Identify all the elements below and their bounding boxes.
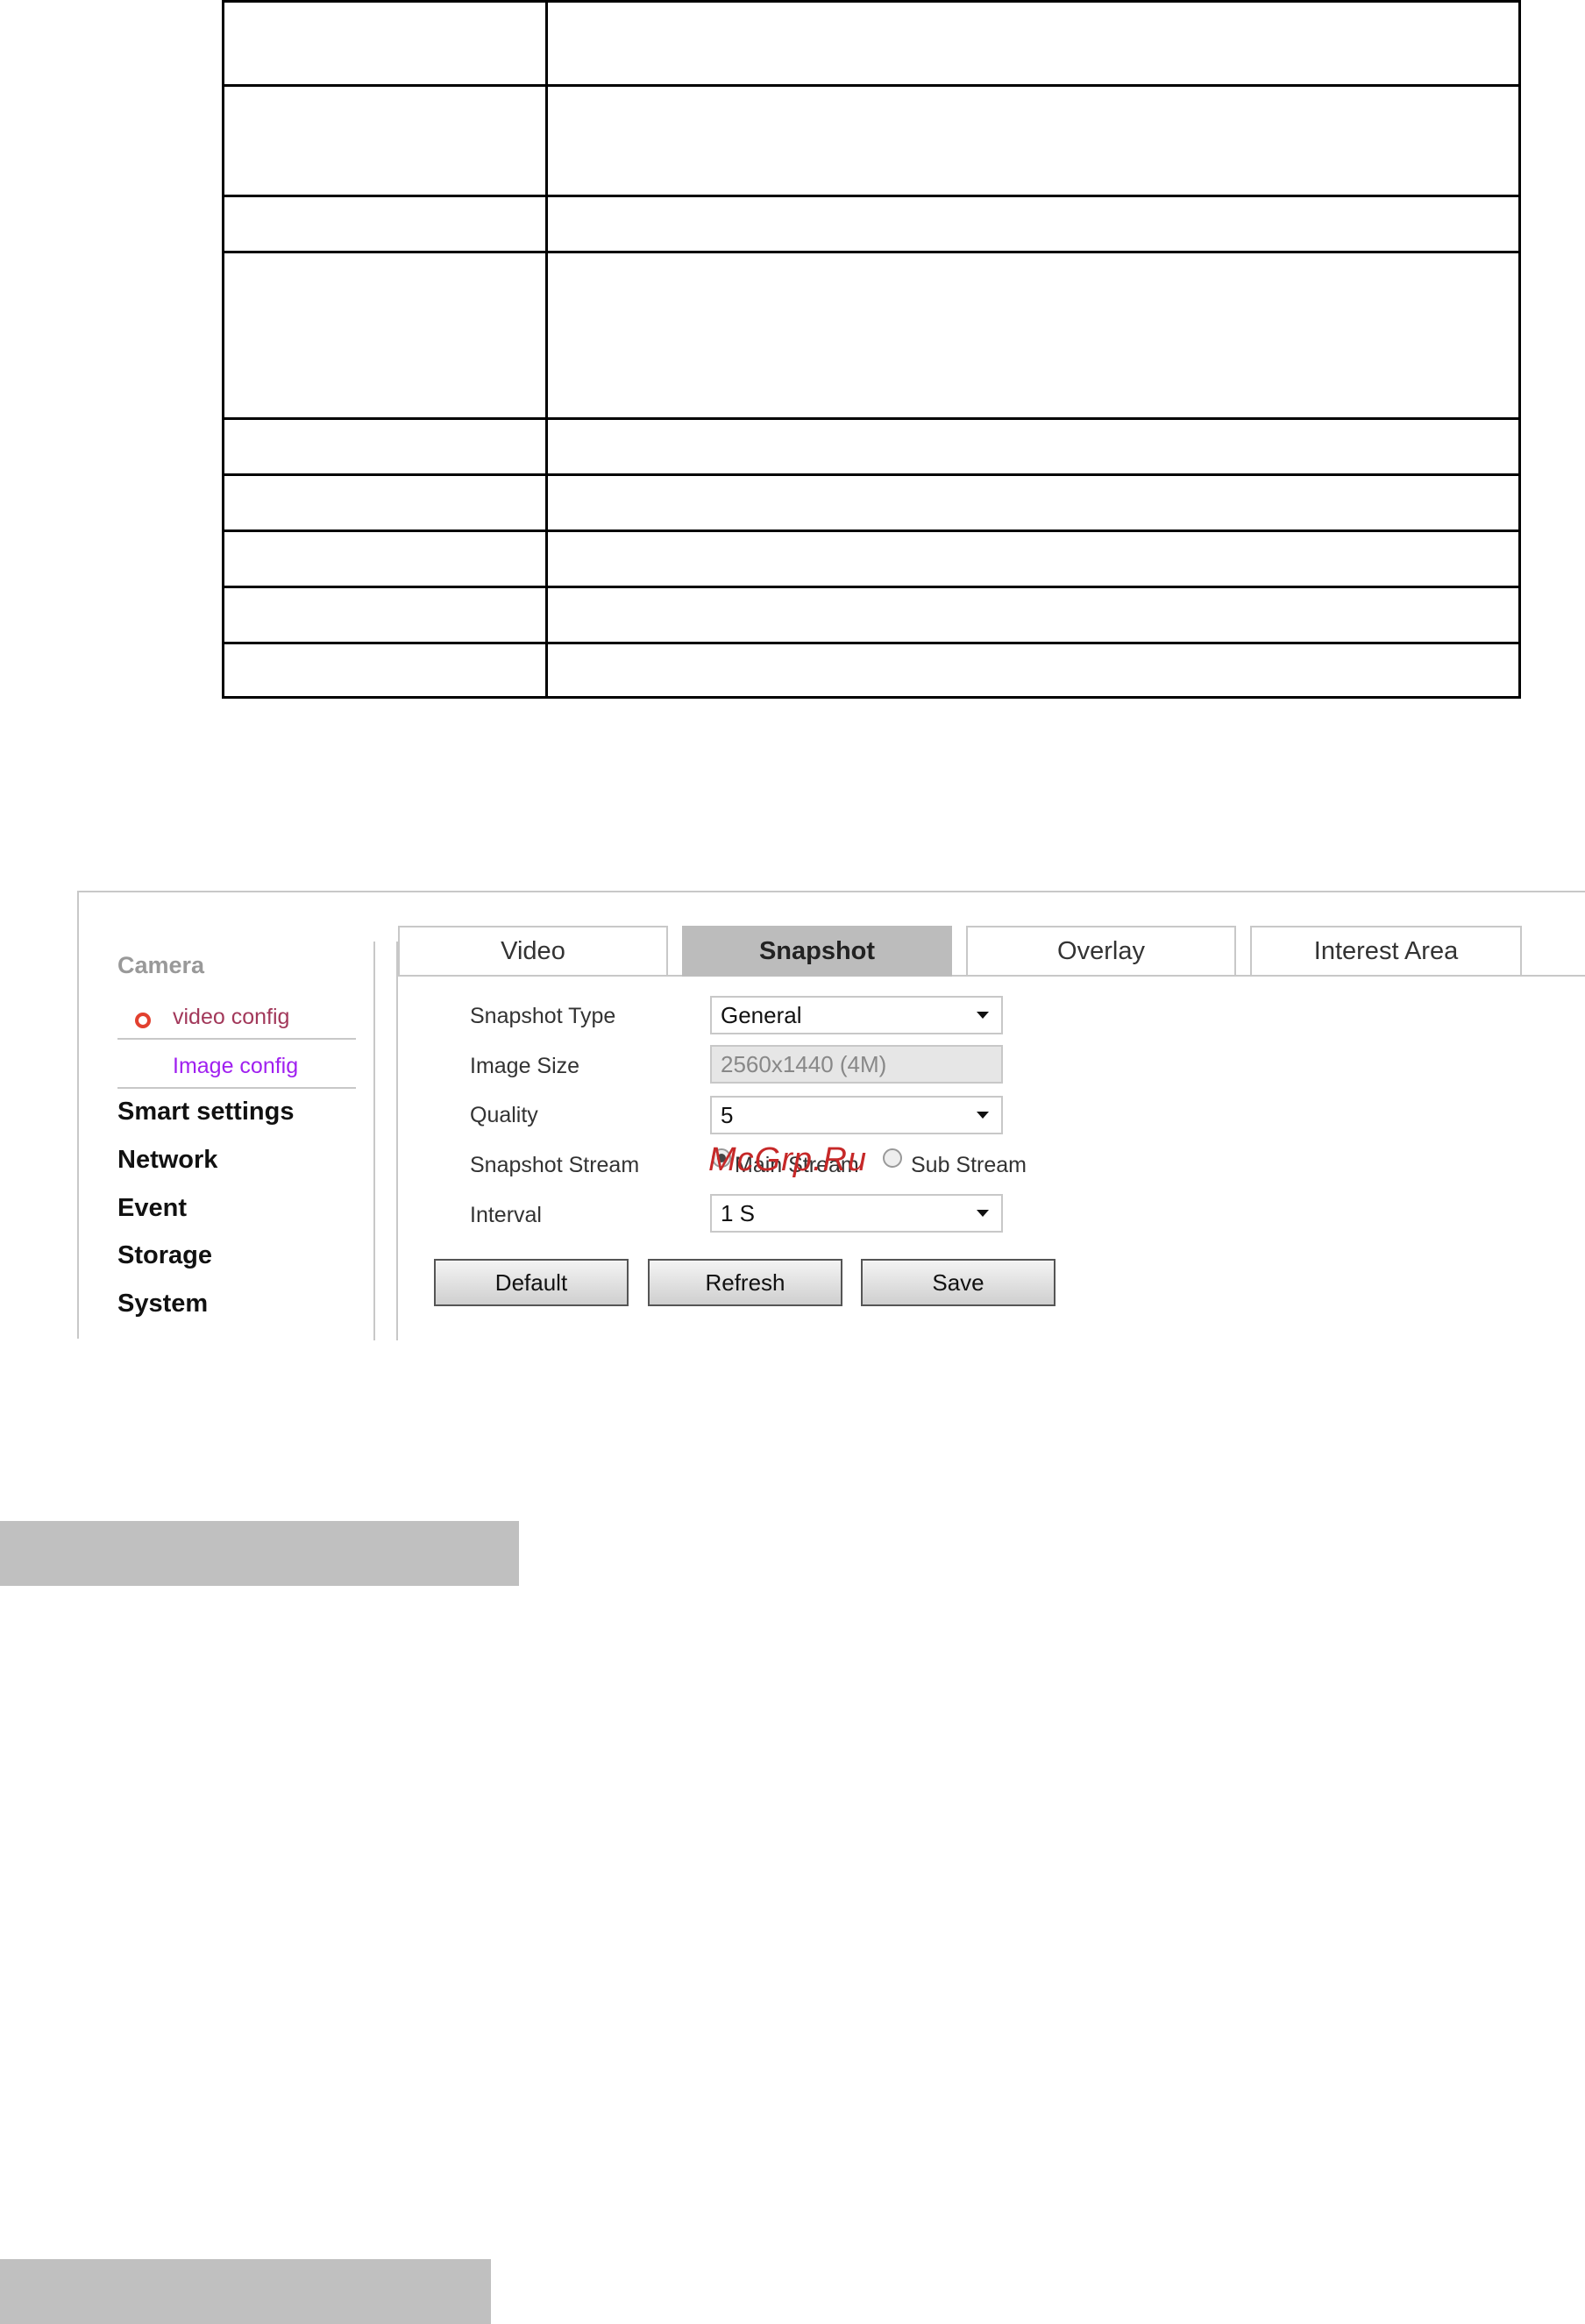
sidebar-item-image-config[interactable]: Image config: [117, 1041, 356, 1089]
quality-select[interactable]: 5: [710, 1096, 1003, 1134]
snapshot-type-label: Snapshot Type: [470, 1004, 616, 1028]
watermark-text: McGrp.Ru: [708, 1141, 868, 1178]
sidebar-item-event[interactable]: Event: [117, 1194, 187, 1223]
interval-value: 1 S: [721, 1200, 756, 1226]
sub-stream-radio[interactable]: [883, 1148, 902, 1168]
default-button[interactable]: Default: [434, 1259, 629, 1306]
sidebar-item-label: video config: [173, 1005, 290, 1029]
image-size-value: 2560x1440 (4M): [721, 1051, 887, 1077]
table-cell: [222, 642, 548, 699]
spec-table: [222, 0, 1521, 699]
chevron-down-icon: [977, 1012, 989, 1019]
chevron-down-icon: [977, 1210, 989, 1217]
selected-bullet-icon: [135, 1013, 151, 1028]
image-size-field: 2560x1440 (4M): [710, 1045, 1003, 1084]
quality-label: Quality: [470, 1103, 538, 1127]
sidebar-item-label: Image config: [173, 1054, 299, 1078]
section-heading-bar: [0, 1521, 519, 1586]
table-cell: [545, 473, 1521, 532]
sidebar: Camera video config Image config Smart s…: [79, 892, 375, 1339]
snapshot-type-value: General: [721, 1002, 802, 1028]
tab-snapshot[interactable]: Snapshot: [682, 926, 952, 977]
table-cell: [545, 251, 1521, 420]
table-cell: [545, 0, 1521, 87]
tab-video[interactable]: Video: [398, 926, 668, 975]
table-cell: [545, 642, 1521, 699]
table-cell: [545, 417, 1521, 476]
sidebar-item-smart-settings[interactable]: Smart settings: [117, 1098, 294, 1126]
table-cell: [222, 417, 548, 476]
table-cell: [222, 195, 548, 253]
snapshot-stream-label: Snapshot Stream: [470, 1153, 640, 1177]
sidebar-heading-camera[interactable]: Camera: [117, 952, 204, 979]
chevron-down-icon: [977, 1112, 989, 1119]
table-cell: [545, 84, 1521, 197]
tab-overlay[interactable]: Overlay: [966, 926, 1236, 975]
tab-interest-area[interactable]: Interest Area: [1250, 926, 1522, 975]
interval-label: Interval: [470, 1203, 542, 1227]
refresh-button[interactable]: Refresh: [648, 1259, 842, 1306]
sidebar-item-video-config[interactable]: video config: [117, 992, 356, 1040]
content-divider: [396, 942, 398, 1340]
table-cell: [222, 586, 548, 644]
table-cell: [222, 529, 548, 588]
sidebar-item-storage[interactable]: Storage: [117, 1241, 212, 1270]
section-heading-bar: [0, 2259, 491, 2324]
table-cell: [222, 84, 548, 197]
table-cell: [545, 529, 1521, 588]
table-cell: [222, 473, 548, 532]
sidebar-item-system[interactable]: System: [117, 1290, 208, 1318]
sub-stream-label: Sub Stream: [911, 1153, 1027, 1177]
table-cell: [222, 251, 548, 420]
snapshot-type-select[interactable]: General: [710, 996, 1003, 1034]
table-cell: [545, 195, 1521, 253]
quality-value: 5: [721, 1102, 734, 1128]
interval-select[interactable]: 1 S: [710, 1194, 1003, 1233]
sidebar-divider: [373, 942, 375, 1340]
table-cell: [545, 586, 1521, 644]
tab-bar: Video Snapshot Overlay Interest Area: [398, 926, 1585, 977]
table-cell: [222, 0, 548, 87]
image-size-label: Image Size: [470, 1054, 580, 1078]
save-button[interactable]: Save: [861, 1259, 1055, 1306]
sidebar-item-network[interactable]: Network: [117, 1146, 217, 1175]
